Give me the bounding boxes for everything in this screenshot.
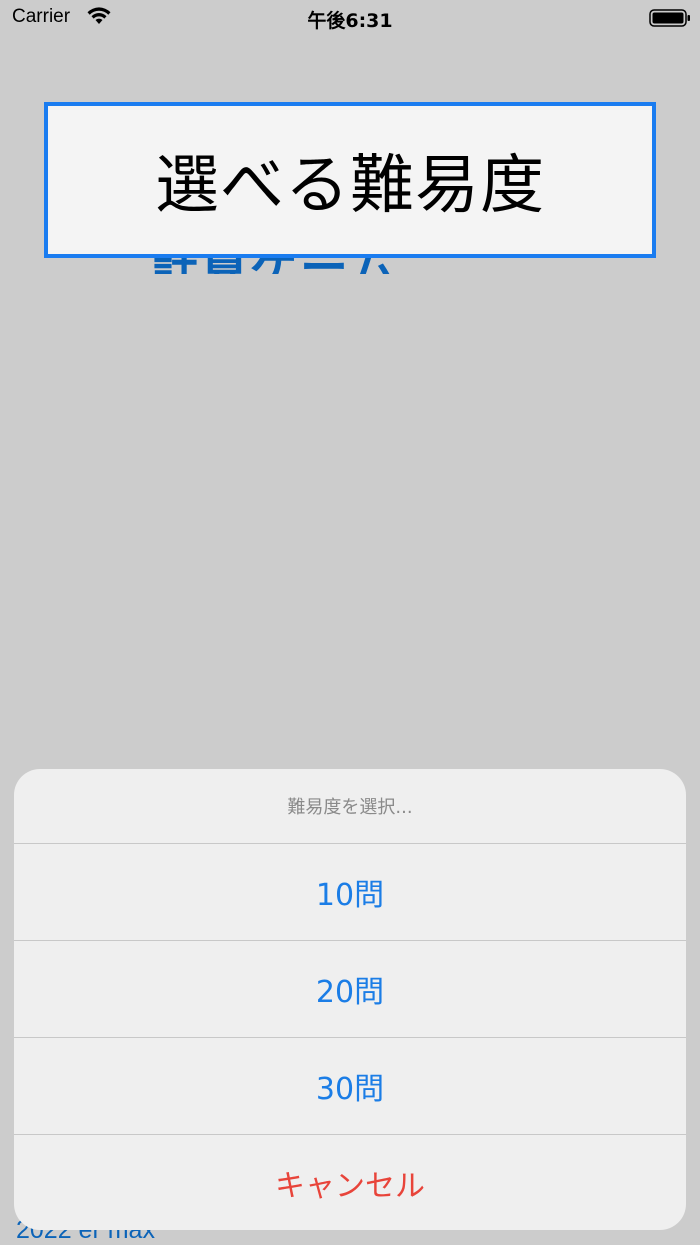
- status-time: 午後6:31: [307, 10, 393, 32]
- highlight-box: 選べる難易度: [44, 102, 656, 258]
- action-sheet-title: 難易度を選択...: [14, 769, 686, 844]
- action-sheet: 難易度を選択... 10問 20問 30問 キャンセル: [14, 769, 686, 1230]
- option-30-questions-button[interactable]: 30問: [14, 1038, 686, 1135]
- cancel-button[interactable]: キャンセル: [14, 1135, 686, 1230]
- option-10-questions-button[interactable]: 10問: [14, 844, 686, 941]
- battery-icon: [649, 9, 690, 27]
- highlight-text: 選べる難易度: [155, 149, 545, 223]
- option-20-questions-button[interactable]: 20問: [14, 941, 686, 1038]
- status-bar: Carrier 午後6:31: [0, 0, 700, 36]
